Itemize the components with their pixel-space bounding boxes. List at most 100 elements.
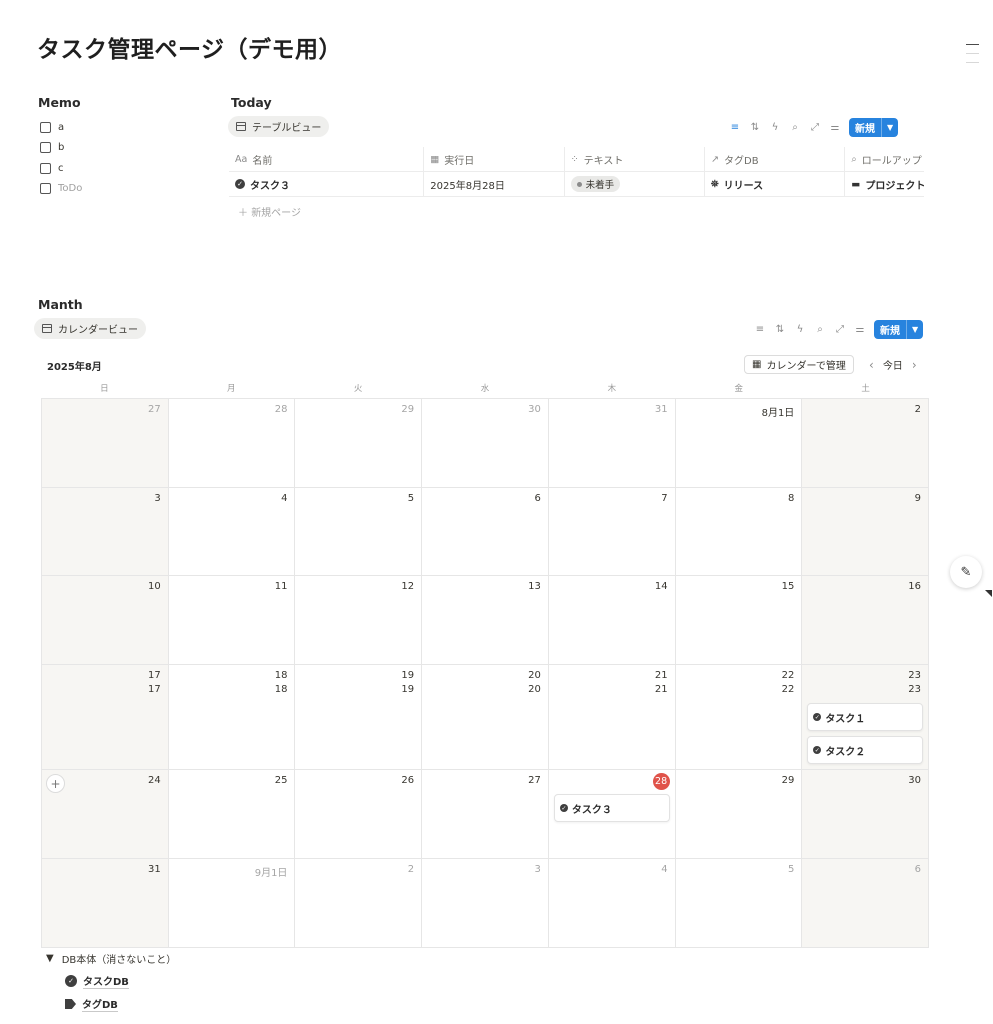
date-cell[interactable]: 2025年8月28日 [424,172,565,196]
new-button[interactable]: 新規 ▼ [874,320,924,339]
outline-rail[interactable] [966,44,979,71]
todo-item[interactable]: ToDo [40,179,82,200]
calendar-day-cell[interactable]: 30 [422,399,549,488]
chevron-down-icon[interactable]: ▼ [881,118,898,137]
db-toggle[interactable]: ▼ DB本体（消さないこと） [46,951,176,966]
calendar-day-cell[interactable]: 8 [675,488,803,576]
calendar-event-card[interactable]: ✓ タスク３ [553,794,670,822]
calendar-day-cell[interactable]: 4 [168,488,296,576]
calendar-day-cell[interactable]: 13 [422,576,549,665]
todo-text[interactable]: b [58,142,64,153]
calendar-day-cell[interactable]: 15 [675,576,803,665]
chevron-left-icon[interactable]: ‹ [869,358,874,372]
calendar-day-cell[interactable]: 6 [422,488,549,576]
new-page-row[interactable]: ＋ 新規ページ [238,204,301,219]
calendar-day-cell[interactable]: 3 [42,488,169,576]
calendar-day-cell[interactable]: 16 [802,576,930,665]
checkbox[interactable] [40,162,51,174]
outline-line[interactable] [966,62,979,63]
task-db-label[interactable]: タスクDB [83,973,129,989]
calendar-day-cell[interactable]: 4 [548,859,676,948]
name-cell[interactable]: ✓ タスク３ [229,172,425,196]
calendar-view-tab[interactable]: カレンダービュー [34,318,146,339]
assistant-icon[interactable]: ✎ [950,556,982,588]
table-row[interactable]: ✓ タスク３ 2025年8月28日 未着手 ⛯ リリース ▬ プロジェクト [229,172,924,197]
calendar-day-cell[interactable]: 27 [42,399,169,488]
task-name[interactable]: タスク３ [250,177,290,192]
todo-item[interactable]: b [40,138,82,159]
search-icon[interactable]: ⌕ [789,122,801,133]
filter-icon[interactable]: ≡ [754,324,766,335]
todo-placeholder[interactable]: ToDo [58,183,82,194]
calendar-day-cell[interactable]: 20 20 [422,665,549,770]
column-header[interactable]: ⁘ テキスト [565,147,706,171]
calendar-day-cell[interactable]: 5 [295,488,423,576]
calendar-day-cell[interactable]: 29 [295,399,423,488]
calendar-day-cell[interactable]: 2 [802,399,930,488]
new-button-label[interactable]: 新規 [874,320,906,339]
calendar-day-cell[interactable]: 7 [548,488,676,576]
calendar-day-cell[interactable]: 11 [168,576,296,665]
chevron-down-icon[interactable]: ▼ [906,320,923,339]
column-header[interactable]: Aa 名前 [229,147,425,171]
tag-db-label[interactable]: タグDB [82,996,118,1012]
calendar-day-cell[interactable]: 28 ✓ タスク３ [548,770,676,859]
automation-bolt-icon[interactable]: ϟ [794,324,806,335]
automation-bolt-icon[interactable]: ϟ [769,122,781,133]
today-button[interactable]: 今日 [883,357,903,372]
calendar-day-cell[interactable]: 22 22 [675,665,803,770]
checkbox[interactable] [40,142,51,154]
manage-in-calendar-button[interactable]: ▦ カレンダーで管理 [744,355,854,374]
settings-sliders-icon[interactable]: ⚌ [854,324,866,335]
calendar-day-cell[interactable]: 12 [295,576,423,665]
column-header[interactable]: ⌕ ロールアップ [845,147,924,171]
tag-cell[interactable]: ⛯ リリース [705,172,846,196]
calendar-day-cell[interactable]: 21 21 [548,665,676,770]
calendar-day-cell[interactable]: 6 [802,859,930,948]
calendar-day-cell[interactable]: 19 19 [295,665,423,770]
column-header[interactable]: ▦ 実行日 [424,147,565,171]
tag-db-link[interactable]: タグDB [65,996,118,1012]
calendar-day-cell[interactable]: 28 [168,399,296,488]
calendar-day-cell[interactable]: 2 [295,859,423,948]
calendar-day-cell[interactable]: 27 [422,770,549,859]
outline-line[interactable] [966,53,979,54]
new-button-label[interactable]: 新規 [849,118,881,137]
calendar-day-cell[interactable]: 26 [295,770,423,859]
calendar-day-cell[interactable]: 14 [548,576,676,665]
calendar-event-card[interactable]: ✓ タスク１ [807,703,924,731]
calendar-day-cell[interactable]: 23 23 ✓ タスク１ ✓ タスク２ [802,665,930,770]
tag-link[interactable]: リリース [724,177,764,192]
settings-sliders-icon[interactable]: ⚌ [829,122,841,133]
calendar-day-cell[interactable]: 24 + [42,770,169,859]
chevron-right-icon[interactable]: › [912,358,917,372]
sort-icon[interactable]: ⇅ [774,324,786,335]
calendar-day-cell[interactable]: 10 [42,576,169,665]
calendar-day-cell[interactable]: 31 [548,399,676,488]
toggle-triangle-icon[interactable]: ▼ [46,953,54,964]
new-button[interactable]: 新規 ▼ [849,118,899,137]
calendar-day-cell[interactable]: 30 [802,770,930,859]
column-header[interactable]: ↗ タグDB [705,147,846,171]
calendar-day-cell[interactable]: 5 [675,859,803,948]
calendar-day-cell[interactable]: 9 [802,488,930,576]
calendar-day-cell[interactable]: 25 [168,770,296,859]
table-view-tab[interactable]: テーブルビュー [228,116,330,137]
page-title[interactable]: タスク管理ページ（デモ用） [37,30,342,64]
sort-icon[interactable]: ⇅ [749,122,761,133]
calendar-day-cell[interactable]: 9月1日 [168,859,296,948]
rollup-cell[interactable]: ▬ プロジェクト [845,172,924,196]
expand-icon[interactable]: ⤢ [834,324,846,335]
checkbox[interactable] [40,183,51,195]
task-db-link[interactable]: ✓ タスクDB [65,973,129,989]
calendar-event-card[interactable]: ✓ タスク２ [807,736,924,764]
calendar-day-cell[interactable]: 18 18 [168,665,296,770]
filter-icon[interactable]: ≡ [729,122,741,133]
search-icon[interactable]: ⌕ [814,324,826,335]
calendar-day-cell[interactable]: 31 [42,859,169,948]
todo-item[interactable]: a [40,117,82,138]
todo-text[interactable]: a [58,122,64,133]
calendar-day-cell[interactable]: 29 [675,770,803,859]
status-cell[interactable]: 未着手 [565,172,706,196]
checkbox[interactable] [40,121,51,133]
